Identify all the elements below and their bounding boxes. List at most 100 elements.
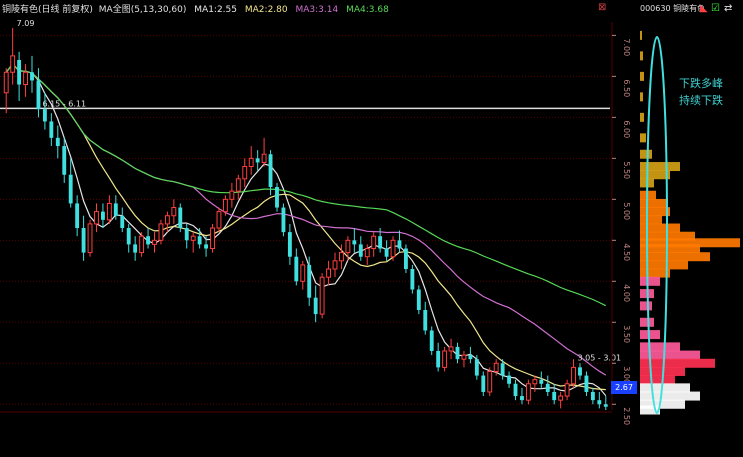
profile-bar: [640, 112, 644, 122]
candle-body: [410, 269, 415, 290]
profile-bar: [640, 149, 652, 159]
candle-body: [113, 203, 118, 216]
profile-bar: [640, 92, 643, 102]
candle-body: [500, 363, 505, 376]
candle-body: [164, 215, 170, 225]
candle-body: [275, 187, 279, 208]
candle-body: [184, 228, 189, 241]
candle-body: [345, 239, 351, 254]
candle-body: [204, 244, 209, 249]
price-annotation: 6.15 - 6.11: [42, 99, 86, 108]
candle-body: [326, 268, 331, 278]
candle-body: [36, 80, 41, 110]
price-annotation: 7.09: [17, 19, 35, 28]
candle-body: [378, 236, 383, 249]
candle-body: [403, 248, 408, 270]
profile-bar: [640, 276, 660, 286]
candle-body: [68, 174, 73, 204]
candle-body: [364, 248, 370, 258]
ma4-name: MA4:: [346, 5, 369, 15]
candle-body: [474, 359, 479, 376]
profile-bar: [640, 170, 670, 180]
candle-body: [558, 395, 564, 401]
candle-body: [216, 211, 222, 229]
candle-body: [106, 202, 112, 221]
collapse-icon[interactable]: ⊠: [598, 2, 606, 13]
candle-body: [87, 223, 93, 254]
current-price-badge: 2.67: [611, 381, 637, 394]
candle-body: [397, 240, 402, 249]
candle-body: [564, 383, 570, 397]
y-tick-label: 4.00: [622, 284, 631, 302]
candle-body: [23, 71, 28, 86]
profile-bar: [640, 215, 662, 225]
profile-bar: [640, 133, 646, 143]
candle-body: [429, 330, 434, 351]
profile-bar: [640, 207, 670, 217]
grid-layer: [0, 34, 612, 405]
y-tick-label: 6.00: [622, 120, 631, 138]
candle-body: [584, 375, 589, 392]
profile-bar: [640, 342, 680, 352]
candle-body: [261, 153, 267, 163]
y-tick-label: 5.00: [622, 202, 631, 220]
candle-body: [545, 383, 550, 392]
ma1-value: 2.55: [216, 5, 237, 15]
annotation-layer: 7.09 6.15 - 6.11 3.05 - 3.01: [17, 19, 621, 362]
candle-body: [448, 346, 454, 352]
y-tick-label: 5.50: [622, 161, 631, 179]
ma1-name: MA1:: [194, 5, 217, 15]
candle-body: [120, 215, 125, 229]
candle-body: [248, 157, 254, 168]
arrow-icon[interactable]: ⇄: [724, 3, 732, 14]
flag-icon[interactable]: ◣: [700, 3, 708, 14]
profile-bar: [640, 244, 700, 254]
candle-body: [30, 72, 34, 81]
trend-annotation: 下跌多峰 持续下跌: [679, 75, 723, 109]
candle-body: [294, 256, 299, 282]
candle-body: [133, 244, 138, 253]
profile-bar: [640, 162, 680, 172]
candle-body: [42, 109, 47, 122]
ma2-value: 2.80: [267, 5, 288, 15]
candle-body: [339, 252, 344, 262]
candle-body: [352, 240, 357, 245]
candle-body: [94, 211, 99, 225]
profile-bar: [640, 391, 700, 401]
candle-body: [416, 289, 421, 310]
candle-body: [307, 264, 312, 298]
y-tick-label: 7.00: [622, 38, 631, 56]
candle-body: [235, 178, 241, 192]
profile-bar: [640, 383, 690, 393]
y-tick-label: 6.50: [622, 79, 631, 97]
candle-body: [332, 260, 338, 270]
ma-label: MA全图(5,13,30,60): [98, 5, 187, 15]
candle-body: [539, 379, 544, 384]
candle-body: [520, 396, 524, 401]
candle-body: [481, 375, 486, 392]
candle-body: [268, 154, 273, 188]
candle-body: [242, 166, 248, 180]
candle-body: [210, 227, 215, 250]
checkbox-icon[interactable]: ☑: [711, 3, 720, 14]
profile-bar: [640, 252, 710, 262]
y-tick-label: 2.50: [622, 407, 631, 425]
candle-body: [178, 207, 183, 229]
trend-annotation-line2: 持续下跌: [679, 94, 723, 107]
price-annotation: 3.05 - 3.01: [578, 353, 622, 362]
candle-body: [287, 232, 292, 257]
ma2-name: MA2:: [244, 5, 268, 15]
candle-body: [255, 158, 260, 163]
stock-title: 铜陵有色(日线 前复权): [2, 5, 93, 15]
side-panel-code: 000630 铜陵有色: [640, 4, 706, 13]
stock-chart: 7.09 6.15 - 6.11 3.05 - 3.01 7.00 6.50 6.00 5…: [0, 0, 743, 453]
candle-body: [319, 276, 325, 315]
ma4-value: 3.68: [368, 5, 389, 15]
candle-body: [525, 383, 531, 401]
candle-body: [371, 235, 377, 250]
candle-body: [100, 211, 105, 220]
profile-bar: [640, 268, 670, 278]
candle-body: [552, 391, 557, 401]
candle-body: [390, 239, 396, 258]
candle-body: [313, 297, 318, 315]
